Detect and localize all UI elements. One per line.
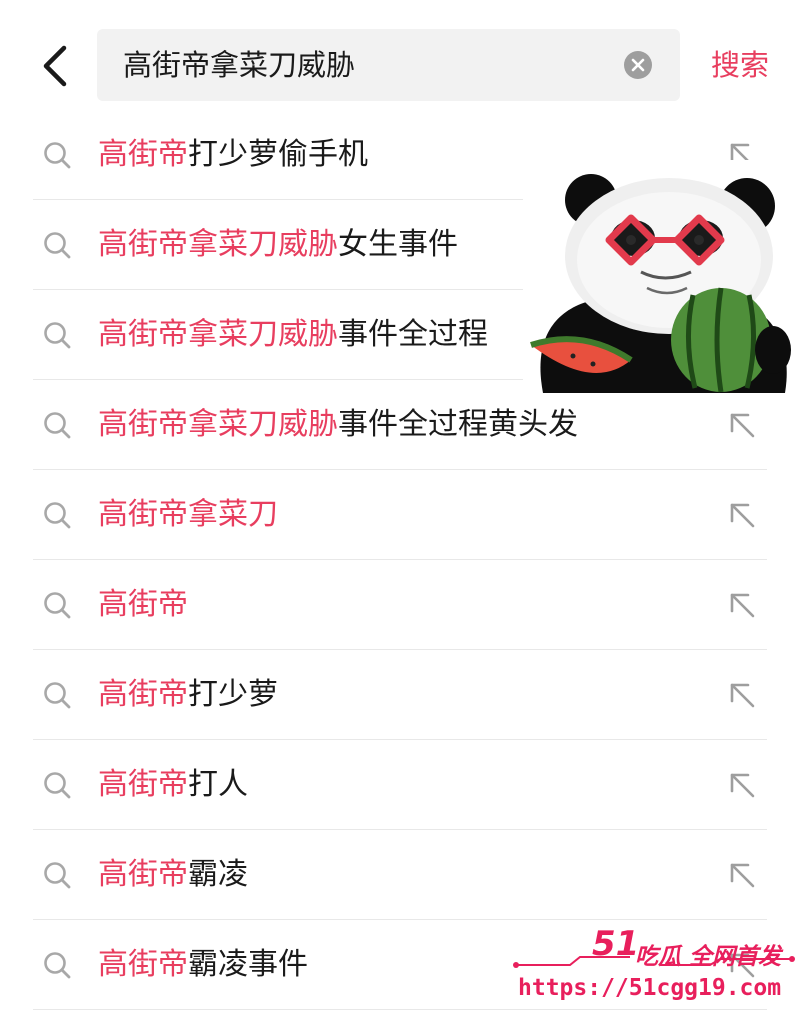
suggestion-text: 高街帝霸凌事件 xyxy=(98,920,308,1010)
search-icon xyxy=(44,232,71,259)
suggestion-item[interactable]: 高街帝打人 xyxy=(0,740,800,830)
search-submit-button[interactable]: 搜索 xyxy=(700,29,780,101)
suggestion-highlight: 高街帝 xyxy=(98,947,188,982)
search-icon xyxy=(44,772,71,799)
suggestion-highlight: 高街帝拿菜刀威胁 xyxy=(98,227,338,262)
search-input[interactable]: 高街帝拿菜刀威胁 xyxy=(97,29,680,101)
watermark-url: https://51cgg19.com xyxy=(518,975,782,1001)
suggestion-highlight: 高街帝拿菜刀 xyxy=(98,497,278,532)
clear-circle-icon xyxy=(624,51,652,79)
suggestion-item[interactable]: 高街帝拿菜刀威胁事件全过程黄头发 xyxy=(0,380,800,470)
suggestion-text: 高街帝拿菜刀 xyxy=(98,470,278,560)
watermark-number: 51 xyxy=(592,924,639,964)
suggestion-text: 高街帝霸凌 xyxy=(98,830,248,920)
suggestion-highlight: 高街帝 xyxy=(98,767,188,802)
arrow-up-left-icon[interactable] xyxy=(726,679,758,711)
panda-meme-image xyxy=(523,160,800,393)
site-watermark: 51 吃瓜 全网首发 https://51cgg19.com xyxy=(510,915,800,1021)
watermark-brand: 吃瓜 全网首发 xyxy=(635,944,782,970)
suggestion-highlight: 高街帝拿菜刀威胁 xyxy=(98,317,338,352)
suggestion-item[interactable]: 高街帝打少萝 xyxy=(0,650,800,740)
suggestion-highlight: 高街帝 xyxy=(98,137,188,172)
suggestion-item[interactable]: 高街帝拿菜刀 xyxy=(0,470,800,560)
suggestion-text: 高街帝拿菜刀威胁事件全过程黄头发 xyxy=(98,380,578,470)
suggestion-text: 高街帝拿菜刀威胁事件全过程 xyxy=(98,290,488,380)
search-icon xyxy=(44,502,71,529)
search-icon xyxy=(44,862,71,889)
arrow-up-left-icon[interactable] xyxy=(726,859,758,891)
suggestion-highlight: 高街帝 xyxy=(98,857,188,892)
suggestion-rest: 打少萝 xyxy=(188,677,278,712)
search-icon xyxy=(44,412,71,439)
back-button[interactable] xyxy=(30,38,80,94)
search-icon xyxy=(44,322,71,349)
suggestion-highlight: 高街帝 xyxy=(98,677,188,712)
suggestion-rest: 事件全过程 xyxy=(338,317,488,352)
suggestion-text: 高街帝打少萝偷手机 xyxy=(98,110,368,200)
search-icon xyxy=(44,592,71,619)
suggestion-highlight: 高街帝拿菜刀威胁 xyxy=(98,407,338,442)
suggestion-rest: 霸凌 xyxy=(188,857,248,892)
search-header: 高街帝拿菜刀威胁 搜索 xyxy=(0,0,800,115)
suggestion-rest: 霸凌事件 xyxy=(188,947,308,982)
suggestion-rest: 女生事件 xyxy=(338,227,458,262)
arrow-up-left-icon[interactable] xyxy=(726,409,758,441)
search-icon xyxy=(44,142,71,169)
clear-button[interactable] xyxy=(624,51,652,79)
suggestion-text: 高街帝打人 xyxy=(98,740,248,830)
arrow-up-left-icon[interactable] xyxy=(726,769,758,801)
suggestion-highlight: 高街帝 xyxy=(98,587,188,622)
search-icon xyxy=(44,682,71,709)
search-query-text: 高街帝拿菜刀威胁 xyxy=(123,48,356,82)
suggestion-text: 高街帝拿菜刀威胁女生事件 xyxy=(98,200,458,290)
arrow-up-left-icon[interactable] xyxy=(726,589,758,621)
suggestion-rest: 打人 xyxy=(188,767,248,802)
suggestion-item[interactable]: 高街帝霸凌 xyxy=(0,830,800,920)
suggestion-item[interactable]: 高街帝 xyxy=(0,560,800,650)
panda-watermelon-sticker xyxy=(530,174,791,393)
suggestion-text: 高街帝 xyxy=(98,560,188,650)
suggestion-rest: 打少萝偷手机 xyxy=(188,137,368,172)
suggestion-text: 高街帝打少萝 xyxy=(98,650,278,740)
search-icon xyxy=(44,952,71,979)
suggestion-rest: 事件全过程黄头发 xyxy=(338,407,578,442)
arrow-up-left-icon[interactable] xyxy=(726,499,758,531)
chevron-left-icon xyxy=(43,45,67,87)
